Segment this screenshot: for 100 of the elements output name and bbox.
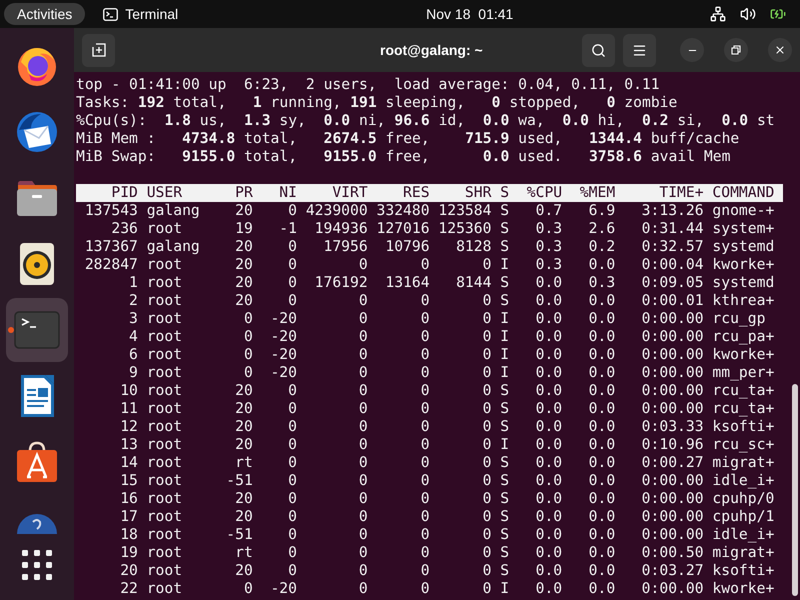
table-cell-text: root bbox=[146, 472, 184, 490]
table-cell-text: galang bbox=[146, 238, 201, 256]
table-cell-text: 0 bbox=[482, 544, 492, 562]
table-cell-text: 0:00.04 bbox=[640, 256, 704, 274]
table-cell: idle_i+ bbox=[712, 472, 774, 490]
table-cell: rcu_ta+ bbox=[712, 382, 774, 400]
table-cell-text: 16 bbox=[119, 490, 138, 508]
table-cell-text: 0 bbox=[358, 508, 368, 526]
table-cell: mm_per+ bbox=[712, 364, 774, 382]
table-cell-text: 0 bbox=[358, 526, 368, 544]
table-cell-text: 0:03.27 bbox=[640, 562, 704, 580]
table-cell-text: 22 bbox=[119, 580, 138, 598]
table-cell-text: 0 bbox=[358, 346, 368, 364]
table-cell-text: 0:00.00 bbox=[640, 400, 704, 418]
table-cell-text: root bbox=[146, 256, 184, 274]
table-cell-text: 0 bbox=[420, 364, 430, 382]
table-cell-text: 0.0 bbox=[588, 256, 616, 274]
new-tab-button[interactable] bbox=[82, 34, 115, 66]
table-cell-text: 20 bbox=[234, 562, 253, 580]
table-cell-text: 14 bbox=[119, 454, 138, 472]
table-cell-text: 0 bbox=[287, 382, 297, 400]
close-button[interactable] bbox=[768, 38, 792, 62]
table-cell-text: root bbox=[146, 310, 184, 328]
table-cell: S bbox=[500, 472, 510, 490]
table-cell-text: 20 bbox=[234, 508, 253, 526]
column-header: SHR bbox=[464, 184, 492, 202]
window-title: root@galang: ~ bbox=[380, 40, 483, 60]
table-cell-text: 0.0 bbox=[534, 490, 562, 508]
table-cell-text: 0.3 bbox=[534, 238, 562, 256]
table-cell-text: 0:00.00 bbox=[640, 472, 704, 490]
table-cell-text: 0 bbox=[287, 454, 297, 472]
table-cell-text: 0 bbox=[482, 436, 492, 454]
table-cell-text: 0 bbox=[287, 472, 297, 490]
clock[interactable]: Nov 18 01:41 bbox=[426, 4, 514, 24]
table-cell-text: 0 bbox=[358, 472, 368, 490]
table-cell-text: 0 bbox=[358, 292, 368, 310]
table-cell: S bbox=[500, 418, 510, 436]
table-cell-text: root bbox=[146, 544, 184, 562]
table-cell-text: 6.9 bbox=[588, 202, 616, 220]
table-cell-text: 0.0 bbox=[534, 526, 562, 544]
activities-button[interactable]: Activities bbox=[4, 3, 86, 25]
table-cell: S bbox=[500, 292, 510, 310]
table-cell-text: rt bbox=[234, 544, 253, 562]
table-cell-text: 0:00.00 bbox=[640, 328, 704, 346]
table-cell-text: 0.0 bbox=[534, 400, 562, 418]
table-cell: S bbox=[500, 508, 510, 526]
table-cell-text: 0 bbox=[420, 580, 430, 598]
table-cell: I bbox=[500, 328, 510, 346]
table-cell-text: 2.6 bbox=[588, 220, 616, 238]
table-cell-text: 0.0 bbox=[588, 310, 616, 328]
table-cell: -51 bbox=[226, 472, 253, 490]
column-header: NI bbox=[278, 184, 297, 202]
table-cell-text: -20 bbox=[269, 346, 297, 364]
volume-icon[interactable] bbox=[740, 6, 756, 22]
table-cell-text: 0 bbox=[482, 256, 492, 274]
table-cell-text: 0.0 bbox=[588, 292, 616, 310]
app-name[interactable]: Terminal bbox=[125, 4, 178, 24]
maximize-button[interactable] bbox=[724, 38, 748, 62]
table-cell-text: 9 bbox=[128, 364, 138, 382]
table-cell-text: root bbox=[146, 508, 184, 526]
table-cell-text: 0 bbox=[420, 310, 430, 328]
table-cell-text: 0 bbox=[420, 454, 430, 472]
table-cell-text: 0 bbox=[420, 436, 430, 454]
table-cell: kworke+ bbox=[712, 256, 774, 274]
table-cell-text: 0.2 bbox=[588, 238, 616, 256]
table-cell-text: 0:00.00 bbox=[640, 580, 704, 598]
table-cell-text: 0.0 bbox=[534, 436, 562, 454]
table-cell-text: 0 bbox=[420, 400, 430, 418]
table-cell-text: 20 bbox=[234, 256, 253, 274]
table-cell-text: 20 bbox=[234, 400, 253, 418]
table-cell-text: 0 bbox=[287, 202, 297, 220]
scrollbar[interactable] bbox=[792, 384, 798, 596]
menu-button[interactable] bbox=[623, 34, 656, 66]
table-cell-text: 15 bbox=[119, 472, 138, 490]
table-cell-text: 0.0 bbox=[534, 382, 562, 400]
table-cell-text: 0:00.00 bbox=[640, 346, 704, 364]
table-cell-text: 0:10.96 bbox=[640, 436, 704, 454]
summary-line: MiB Mem : 4734.8 total, 2674.5 free, 715.9 used, 1344.4 buff/cache bbox=[76, 130, 740, 147]
table-cell-text: root bbox=[146, 454, 184, 472]
table-cell-text: 0 bbox=[358, 490, 368, 508]
table-cell-text: 12 bbox=[119, 418, 138, 436]
search-button[interactable] bbox=[582, 34, 615, 66]
table-cell: kthrea+ bbox=[712, 292, 774, 310]
table-cell: rcu_sc+ bbox=[712, 436, 774, 454]
table-cell: 127016 bbox=[376, 220, 430, 238]
table-cell-text: 20 bbox=[234, 490, 253, 508]
table-cell-text: -20 bbox=[269, 580, 297, 598]
table-cell-text: 20 bbox=[234, 418, 253, 436]
table-cell-text: 0 bbox=[287, 436, 297, 454]
table-cell-text: 0 bbox=[482, 490, 492, 508]
column-header: S bbox=[500, 184, 510, 202]
table-cell: S bbox=[500, 544, 510, 562]
table-cell: I bbox=[500, 310, 510, 328]
search-icon bbox=[591, 42, 606, 58]
network-icon[interactable] bbox=[710, 6, 726, 22]
table-cell: I bbox=[500, 364, 510, 382]
table-cell-text: 0 bbox=[287, 418, 297, 436]
table-cell-text: 20 bbox=[234, 382, 253, 400]
restore-icon bbox=[731, 45, 741, 55]
table-cell-text: 13 bbox=[119, 436, 138, 454]
